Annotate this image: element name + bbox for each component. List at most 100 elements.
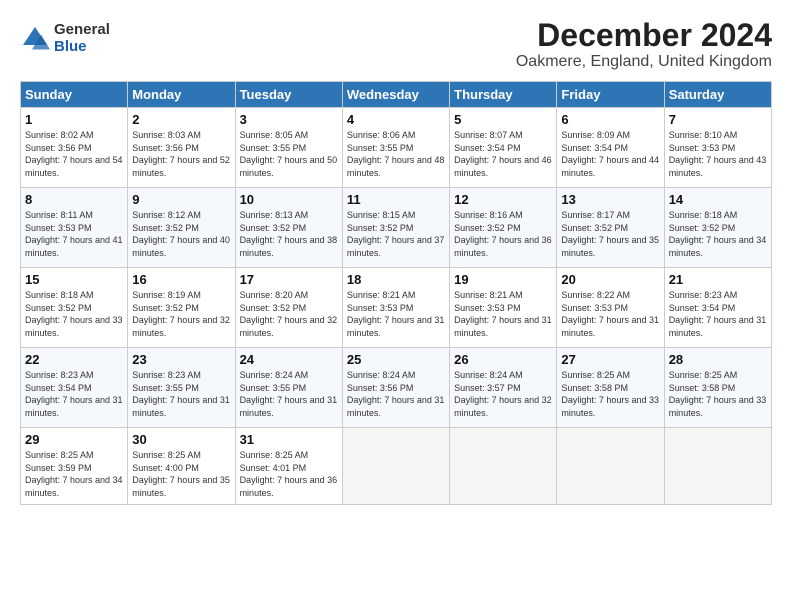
day-info: Sunrise: 8:18 AM Sunset: 3:52 PM Dayligh… xyxy=(669,209,767,259)
day-number: 10 xyxy=(240,192,338,207)
day-info: Sunrise: 8:05 AM Sunset: 3:55 PM Dayligh… xyxy=(240,129,338,179)
title-block: December 2024 Oakmere, England, United K… xyxy=(516,18,772,71)
sunrise-text: Sunrise: 8:25 AM xyxy=(561,370,630,380)
day-info: Sunrise: 8:23 AM Sunset: 3:54 PM Dayligh… xyxy=(669,289,767,339)
table-cell: 5 Sunrise: 8:07 AM Sunset: 3:54 PM Dayli… xyxy=(450,108,557,188)
day-number: 30 xyxy=(132,432,230,447)
sunset-text: Sunset: 3:52 PM xyxy=(132,223,199,233)
day-number: 19 xyxy=(454,272,552,287)
daylight-text: Daylight: 7 hours and 52 minutes. xyxy=(132,155,230,178)
sunset-text: Sunset: 3:54 PM xyxy=(669,303,736,313)
day-number: 15 xyxy=(25,272,123,287)
sunrise-text: Sunrise: 8:15 AM xyxy=(347,210,416,220)
table-cell: 8 Sunrise: 8:11 AM Sunset: 3:53 PM Dayli… xyxy=(21,188,128,268)
day-info: Sunrise: 8:25 AM Sunset: 3:59 PM Dayligh… xyxy=(25,449,123,499)
sunrise-text: Sunrise: 8:03 AM xyxy=(132,130,201,140)
daylight-text: Daylight: 7 hours and 40 minutes. xyxy=(132,235,230,258)
col-wednesday: Wednesday xyxy=(342,82,449,108)
daylight-text: Daylight: 7 hours and 34 minutes. xyxy=(669,235,767,258)
daylight-text: Daylight: 7 hours and 46 minutes. xyxy=(454,155,552,178)
daylight-text: Daylight: 7 hours and 34 minutes. xyxy=(25,475,123,498)
day-info: Sunrise: 8:06 AM Sunset: 3:55 PM Dayligh… xyxy=(347,129,445,179)
table-cell: 30 Sunrise: 8:25 AM Sunset: 4:00 PM Dayl… xyxy=(128,428,235,504)
table-cell: 26 Sunrise: 8:24 AM Sunset: 3:57 PM Dayl… xyxy=(450,348,557,428)
daylight-text: Daylight: 7 hours and 36 minutes. xyxy=(240,475,338,498)
calendar-header-row: Sunday Monday Tuesday Wednesday Thursday… xyxy=(21,82,772,108)
col-sunday: Sunday xyxy=(21,82,128,108)
daylight-text: Daylight: 7 hours and 31 minutes. xyxy=(347,315,445,338)
col-saturday: Saturday xyxy=(664,82,771,108)
day-number: 7 xyxy=(669,112,767,127)
daylight-text: Daylight: 7 hours and 32 minutes. xyxy=(132,315,230,338)
daylight-text: Daylight: 7 hours and 54 minutes. xyxy=(25,155,123,178)
sunset-text: Sunset: 3:56 PM xyxy=(25,143,92,153)
sunrise-text: Sunrise: 8:06 AM xyxy=(347,130,416,140)
table-cell: 4 Sunrise: 8:06 AM Sunset: 3:55 PM Dayli… xyxy=(342,108,449,188)
sunset-text: Sunset: 3:52 PM xyxy=(669,223,736,233)
day-info: Sunrise: 8:25 AM Sunset: 4:00 PM Dayligh… xyxy=(132,449,230,499)
day-info: Sunrise: 8:19 AM Sunset: 3:52 PM Dayligh… xyxy=(132,289,230,339)
day-info: Sunrise: 8:15 AM Sunset: 3:52 PM Dayligh… xyxy=(347,209,445,259)
sunset-text: Sunset: 3:56 PM xyxy=(132,143,199,153)
day-info: Sunrise: 8:18 AM Sunset: 3:52 PM Dayligh… xyxy=(25,289,123,339)
sunset-text: Sunset: 3:53 PM xyxy=(454,303,521,313)
day-info: Sunrise: 8:20 AM Sunset: 3:52 PM Dayligh… xyxy=(240,289,338,339)
day-info: Sunrise: 8:11 AM Sunset: 3:53 PM Dayligh… xyxy=(25,209,123,259)
daylight-text: Daylight: 7 hours and 43 minutes. xyxy=(669,155,767,178)
col-monday: Monday xyxy=(128,82,235,108)
day-number: 5 xyxy=(454,112,552,127)
day-number: 9 xyxy=(132,192,230,207)
table-cell: 1 Sunrise: 8:02 AM Sunset: 3:56 PM Dayli… xyxy=(21,108,128,188)
col-tuesday: Tuesday xyxy=(235,82,342,108)
daylight-text: Daylight: 7 hours and 44 minutes. xyxy=(561,155,659,178)
sunrise-text: Sunrise: 8:07 AM xyxy=(454,130,523,140)
day-number: 28 xyxy=(669,352,767,367)
sunset-text: Sunset: 3:52 PM xyxy=(240,303,307,313)
sunset-text: Sunset: 3:52 PM xyxy=(25,303,92,313)
table-cell: 12 Sunrise: 8:16 AM Sunset: 3:52 PM Dayl… xyxy=(450,188,557,268)
day-number: 8 xyxy=(25,192,123,207)
day-info: Sunrise: 8:09 AM Sunset: 3:54 PM Dayligh… xyxy=(561,129,659,179)
table-cell: 7 Sunrise: 8:10 AM Sunset: 3:53 PM Dayli… xyxy=(664,108,771,188)
sunset-text: Sunset: 3:57 PM xyxy=(454,383,521,393)
daylight-text: Daylight: 7 hours and 33 minutes. xyxy=(669,395,767,418)
table-cell: 2 Sunrise: 8:03 AM Sunset: 3:56 PM Dayli… xyxy=(128,108,235,188)
sunrise-text: Sunrise: 8:21 AM xyxy=(454,290,523,300)
sunrise-text: Sunrise: 8:25 AM xyxy=(132,450,201,460)
sunset-text: Sunset: 3:58 PM xyxy=(561,383,628,393)
day-info: Sunrise: 8:24 AM Sunset: 3:56 PM Dayligh… xyxy=(347,369,445,419)
day-info: Sunrise: 8:22 AM Sunset: 3:53 PM Dayligh… xyxy=(561,289,659,339)
sunrise-text: Sunrise: 8:21 AM xyxy=(347,290,416,300)
day-number: 31 xyxy=(240,432,338,447)
day-info: Sunrise: 8:25 AM Sunset: 3:58 PM Dayligh… xyxy=(669,369,767,419)
day-info: Sunrise: 8:21 AM Sunset: 3:53 PM Dayligh… xyxy=(347,289,445,339)
table-cell: 28 Sunrise: 8:25 AM Sunset: 3:58 PM Dayl… xyxy=(664,348,771,428)
table-cell: 29 Sunrise: 8:25 AM Sunset: 3:59 PM Dayl… xyxy=(21,428,128,504)
table-cell: 22 Sunrise: 8:23 AM Sunset: 3:54 PM Dayl… xyxy=(21,348,128,428)
day-number: 3 xyxy=(240,112,338,127)
daylight-text: Daylight: 7 hours and 36 minutes. xyxy=(454,235,552,258)
daylight-text: Daylight: 7 hours and 31 minutes. xyxy=(25,395,123,418)
daylight-text: Daylight: 7 hours and 38 minutes. xyxy=(240,235,338,258)
daylight-text: Daylight: 7 hours and 31 minutes. xyxy=(132,395,230,418)
day-number: 26 xyxy=(454,352,552,367)
day-number: 16 xyxy=(132,272,230,287)
sunset-text: Sunset: 4:01 PM xyxy=(240,463,307,473)
daylight-text: Daylight: 7 hours and 32 minutes. xyxy=(240,315,338,338)
sunset-text: Sunset: 3:52 PM xyxy=(240,223,307,233)
daylight-text: Daylight: 7 hours and 31 minutes. xyxy=(454,315,552,338)
day-info: Sunrise: 8:23 AM Sunset: 3:54 PM Dayligh… xyxy=(25,369,123,419)
logo: General Blue xyxy=(20,22,110,55)
day-number: 27 xyxy=(561,352,659,367)
sunrise-text: Sunrise: 8:12 AM xyxy=(132,210,201,220)
day-info: Sunrise: 8:25 AM Sunset: 3:58 PM Dayligh… xyxy=(561,369,659,419)
table-cell: 14 Sunrise: 8:18 AM Sunset: 3:52 PM Dayl… xyxy=(664,188,771,268)
table-cell: 27 Sunrise: 8:25 AM Sunset: 3:58 PM Dayl… xyxy=(557,348,664,428)
table-cell: 24 Sunrise: 8:24 AM Sunset: 3:55 PM Dayl… xyxy=(235,348,342,428)
day-number: 24 xyxy=(240,352,338,367)
day-number: 2 xyxy=(132,112,230,127)
table-cell: 19 Sunrise: 8:21 AM Sunset: 3:53 PM Dayl… xyxy=(450,268,557,348)
sunset-text: Sunset: 3:59 PM xyxy=(25,463,92,473)
month-title: December 2024 xyxy=(516,18,772,53)
table-cell: 20 Sunrise: 8:22 AM Sunset: 3:53 PM Dayl… xyxy=(557,268,664,348)
